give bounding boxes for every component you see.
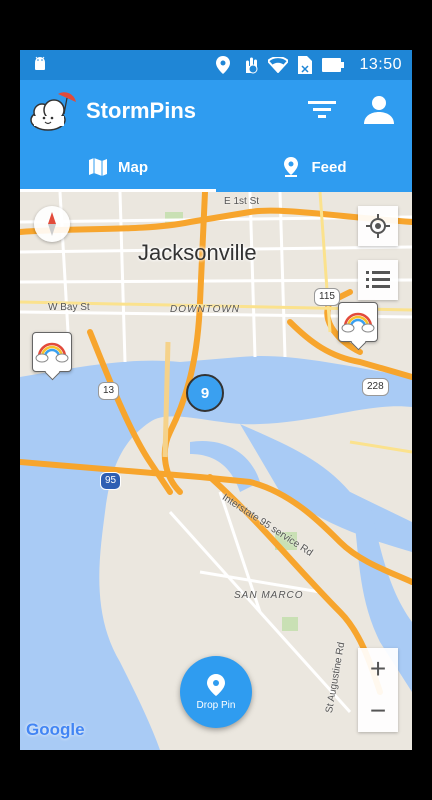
list-icon [366,271,390,288]
location-pin-icon [207,674,225,696]
person-icon[interactable] [364,94,394,124]
status-bar: 13:50 [20,50,412,80]
street-label: E 1st St [224,196,260,207]
compass-icon [48,212,56,236]
zoom-controls: + − [358,648,398,732]
zoom-out-button[interactable]: − [358,690,398,732]
map-view[interactable]: Jacksonville DOWNTOWN SAN MARCO E 1st St… [20,192,412,750]
crosshair-icon [366,214,390,238]
list-view-button[interactable] [358,260,398,300]
compass-button[interactable] [34,206,70,242]
area-label: DOWNTOWN [170,304,241,315]
tab-map-label: Map [118,158,148,176]
status-icons [216,55,344,75]
phone-frame: 13:50 StormPins Map Feed Jacksonville DO… [0,0,432,800]
battery-icon [322,58,344,72]
city-label: Jacksonville [138,240,257,265]
route-shield: 115 [314,288,340,306]
storm-pin[interactable] [338,302,378,342]
route-shield: 228 [362,378,389,396]
clock: 13:50 [359,56,402,73]
map-icon [89,158,107,176]
filter-icon[interactable] [308,98,336,122]
street-label: W Bay St [48,302,90,313]
google-logo: Google [26,720,85,739]
touch-blocked-icon [246,57,258,74]
location-icon [216,56,230,74]
interstate-shield: 95 [100,472,122,490]
tab-bar: Map Feed [20,142,412,192]
rain-cloud-umbrella-logo [30,92,76,131]
app-title: StormPins [86,98,197,123]
android-icon [35,56,45,70]
google-attribution: Google [26,720,85,740]
location-pin-icon [284,157,299,177]
rainbow-cloud-icon [341,312,375,333]
my-location-button[interactable] [358,206,398,246]
screen: 13:50 StormPins Map Feed Jacksonville DO… [20,50,412,750]
tab-map[interactable]: Map [20,142,216,192]
zoom-in-button[interactable]: + [358,648,398,690]
tab-feed[interactable]: Feed [216,142,412,192]
app-bar: StormPins [20,80,412,142]
tab-feed-label: Feed [311,158,347,176]
drop-pin-label: Drop Pin [196,700,236,711]
drop-pin-button[interactable]: Drop Pin [180,656,252,728]
rainbow-cloud-icon [35,342,69,363]
storm-pin[interactable] [32,332,72,372]
route-shield: 13 [98,382,120,400]
pin-cluster[interactable]: 9 [186,374,224,412]
sim-icon [298,56,312,74]
wifi-icon [268,57,288,73]
area-label: SAN MARCO [234,590,304,601]
